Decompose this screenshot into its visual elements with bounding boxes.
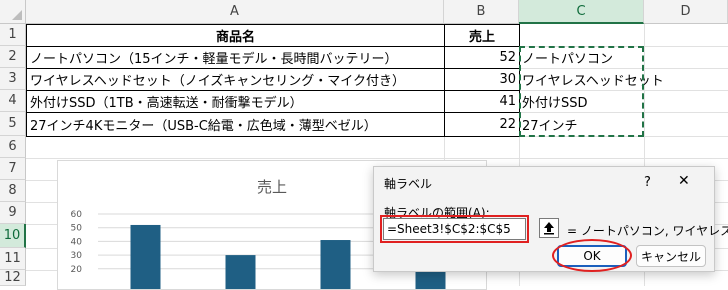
row-header-3[interactable]: 3 (0, 68, 26, 90)
column-header-b[interactable]: B (444, 0, 519, 24)
row-header-4[interactable]: 4 (0, 90, 26, 112)
column-header-a[interactable]: A (26, 0, 444, 24)
product-name-cell[interactable]: ワイヤレスヘッドセット（ノイズキャンセリング・マイク付き） (26, 68, 445, 91)
product-name-cell[interactable]: 外付けSSD（1TB・高速転送・耐衝撃モデル） (26, 90, 445, 113)
y-tick-label: 50 (71, 224, 83, 234)
select-all-triangle-icon (12, 10, 22, 20)
copy-marquee-selection (519, 46, 644, 137)
row-header-5[interactable]: 5 (0, 112, 26, 136)
collapse-up-arrow-icon (544, 222, 554, 235)
y-tick-label: 60 (71, 210, 83, 220)
range-input[interactable]: =Sheet3!$C$2:$C$5 (383, 218, 526, 240)
cancel-button[interactable]: キャンセル (636, 245, 706, 267)
product-name-cell[interactable]: ノートパソコン（15インチ・軽量モデル・長時間バッテリー） (26, 46, 445, 69)
column-header-c[interactable]: C (519, 0, 644, 24)
chart-title[interactable]: 売上 (257, 178, 287, 196)
sales-cell[interactable]: 22 (444, 112, 520, 137)
collapse-dialog-button[interactable] (539, 218, 559, 238)
dialog-title: 軸ラベル (384, 177, 433, 191)
row-header-2[interactable]: 2 (0, 46, 26, 68)
row-header-11[interactable]: 11 (0, 248, 26, 270)
sales-cell[interactable]: 30 (444, 68, 520, 91)
y-tick-label: 40 (71, 237, 83, 247)
row-header-10[interactable]: 10 (0, 224, 26, 248)
help-icon[interactable]: ? (644, 175, 651, 190)
column-header-d[interactable]: D (644, 0, 728, 24)
chart-bar[interactable] (225, 255, 256, 289)
row-header-7[interactable]: 7 (0, 158, 26, 180)
close-icon[interactable]: ✕ (678, 173, 690, 189)
sales-cell[interactable]: 41 (444, 90, 520, 113)
header-cell-sales[interactable]: 売上 (444, 24, 520, 47)
ok-button-highlight-circle (552, 239, 632, 272)
row-header-8[interactable]: 8 (0, 180, 26, 202)
row-header-1[interactable]: 1 (0, 24, 26, 46)
product-name-cell[interactable]: 27インチ4Kモニター（USB-C給電・広色域・薄型ベゼル） (26, 112, 445, 137)
row-header-12[interactable]: 12 (0, 270, 26, 286)
select-all-corner[interactable] (0, 0, 26, 24)
axis-label-dialog: 軸ラベル ? ✕ 軸ラベルの範囲(A): =Sheet3!$C$2:$C$5 =… (373, 166, 728, 272)
y-tick-label: 30 (71, 251, 83, 261)
chart-bar[interactable] (130, 224, 161, 289)
gridline (26, 158, 728, 159)
header-cell-product-name[interactable]: 商品名 (26, 24, 445, 47)
y-tick-label: 20 (71, 265, 83, 275)
row-header-6[interactable]: 6 (0, 136, 26, 158)
row-header-9[interactable]: 9 (0, 202, 26, 224)
chart-bar[interactable] (320, 240, 351, 289)
sales-cell[interactable]: 52 (444, 46, 520, 69)
range-preview-text: = ノートパソコン, ワイヤレス... (567, 224, 728, 238)
